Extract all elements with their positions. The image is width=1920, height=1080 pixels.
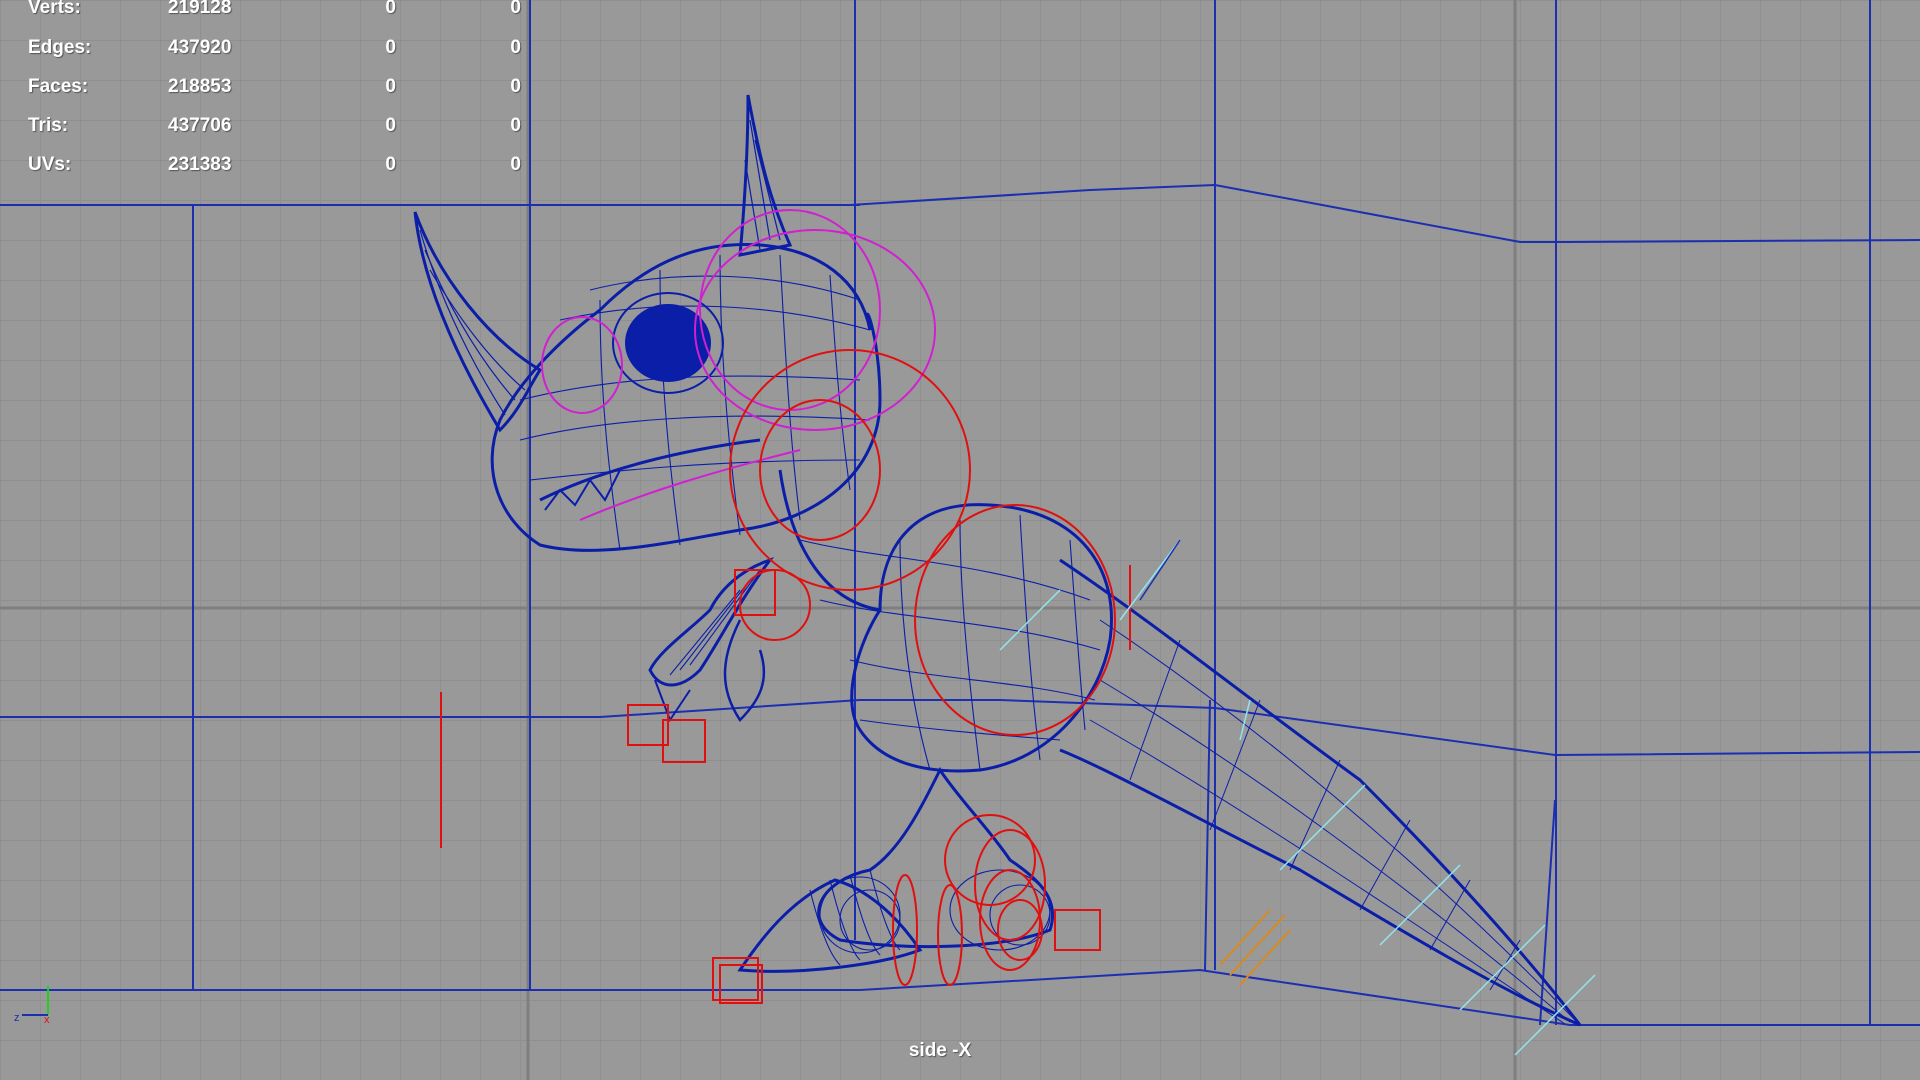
hud-total: 437706 <box>168 115 232 136</box>
hud-total: 218853 <box>168 76 232 97</box>
axis-indicator-icon: z x <box>14 986 50 1026</box>
axis-x-label: x <box>44 1014 50 1026</box>
hud-highlighted: 0 <box>510 0 521 18</box>
poly-count-hud: Verts: 219128 0 0 Edges: 437920 0 0 Face… <box>28 0 548 180</box>
hud-selected: 0 <box>385 0 396 18</box>
hud-label: Tris: <box>28 115 69 136</box>
hud-highlighted: 0 <box>510 154 521 175</box>
hud-row-faces: Faces: 218853 0 0 <box>28 76 548 100</box>
hud-total: 219128 <box>168 0 232 18</box>
hud-selected: 0 <box>385 154 396 175</box>
camera-name-label: side -X <box>908 1040 972 1061</box>
hud-row-edges: Edges: 437920 0 0 <box>28 37 548 61</box>
hud-selected: 0 <box>385 115 396 136</box>
hud-row-verts: Verts: 219128 0 0 <box>28 0 548 21</box>
hud-label: Verts: <box>28 0 81 18</box>
maya-viewport-side[interactable]: Verts: 219128 0 0 Edges: 437920 0 0 Face… <box>0 0 1920 1080</box>
hud-highlighted: 0 <box>510 115 521 136</box>
hud-row-uvs: UVs: 231383 0 0 <box>28 154 548 178</box>
hud-highlighted: 0 <box>510 37 521 58</box>
hud-label: Edges: <box>28 37 92 58</box>
hud-total: 437920 <box>168 37 232 58</box>
hud-selected: 0 <box>385 76 396 97</box>
hud-selected: 0 <box>385 37 396 58</box>
hud-highlighted: 0 <box>510 76 521 97</box>
hud-label: Faces: <box>28 76 89 97</box>
hud-row-tris: Tris: 437706 0 0 <box>28 115 548 139</box>
hud-total: 231383 <box>168 154 232 175</box>
axis-z-label: z <box>14 1012 20 1024</box>
hud-label: UVs: <box>28 154 72 175</box>
